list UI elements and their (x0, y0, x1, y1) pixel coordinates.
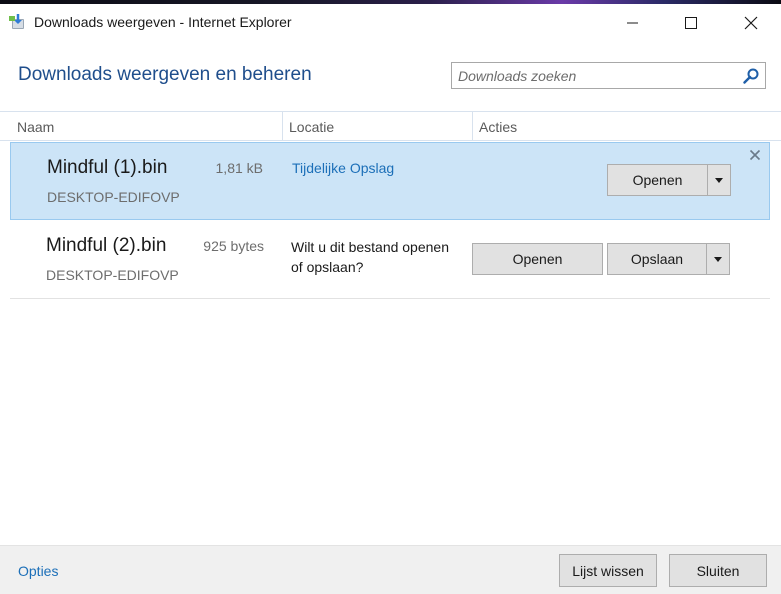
column-header-location[interactable]: Locatie (289, 119, 334, 135)
file-name: Mindful (1).bin (47, 157, 168, 178)
column-header-actions[interactable]: Acties (479, 119, 517, 135)
column-divider (472, 112, 473, 140)
column-divider (282, 112, 283, 140)
save-prompt: Wilt u dit bestand openen of opslaan? (291, 239, 449, 275)
search-box[interactable] (451, 62, 766, 89)
open-button[interactable]: Openen (472, 243, 603, 275)
file-source: DESKTOP-EDIFOVP (47, 189, 180, 205)
options-link[interactable]: Opties (18, 563, 58, 579)
minimize-button[interactable] (610, 4, 656, 42)
download-row[interactable]: Mindful (2).bin 925 bytes DESKTOP-EDIFOV… (10, 221, 770, 299)
open-split-button: Openen (607, 164, 731, 196)
column-headers: Naam Locatie Acties (0, 111, 781, 141)
ie-downloads-icon (9, 14, 24, 29)
location-link[interactable]: Tijdelijke Opslag (292, 160, 394, 176)
open-button[interactable]: Openen (607, 164, 707, 196)
file-source: DESKTOP-EDIFOVP (46, 267, 179, 283)
page-title: Downloads weergeven en beheren (18, 64, 312, 85)
close-icon (744, 16, 758, 30)
close-button[interactable]: Sluiten (669, 554, 767, 587)
search-input[interactable] (452, 63, 738, 88)
save-dropdown-button[interactable] (706, 243, 730, 275)
footer: Opties Lijst wissen Sluiten (0, 545, 781, 594)
open-dropdown-button[interactable] (707, 164, 731, 196)
chevron-down-icon (715, 177, 723, 183)
chevron-down-icon (714, 256, 722, 262)
save-split-button: Opslaan (607, 243, 730, 275)
column-header-name[interactable]: Naam (17, 119, 54, 135)
maximize-button[interactable] (668, 4, 714, 42)
minimize-icon (627, 22, 638, 24)
maximize-icon (685, 17, 697, 29)
title-bar: Downloads weergeven - Internet Explorer (0, 4, 781, 42)
search-icon[interactable] (743, 68, 759, 84)
save-button[interactable]: Opslaan (607, 243, 706, 275)
window-close-button[interactable] (728, 4, 774, 42)
download-row[interactable]: Mindful (1).bin 1,81 kB DESKTOP-EDIFOVP … (10, 142, 770, 220)
file-size: 1,81 kB (215, 160, 263, 176)
window-title: Downloads weergeven - Internet Explorer (34, 14, 292, 30)
close-icon[interactable] (749, 149, 761, 161)
file-name: Mindful (2).bin (46, 235, 167, 256)
clear-list-button[interactable]: Lijst wissen (559, 554, 657, 587)
file-size: 925 bytes (203, 238, 264, 254)
